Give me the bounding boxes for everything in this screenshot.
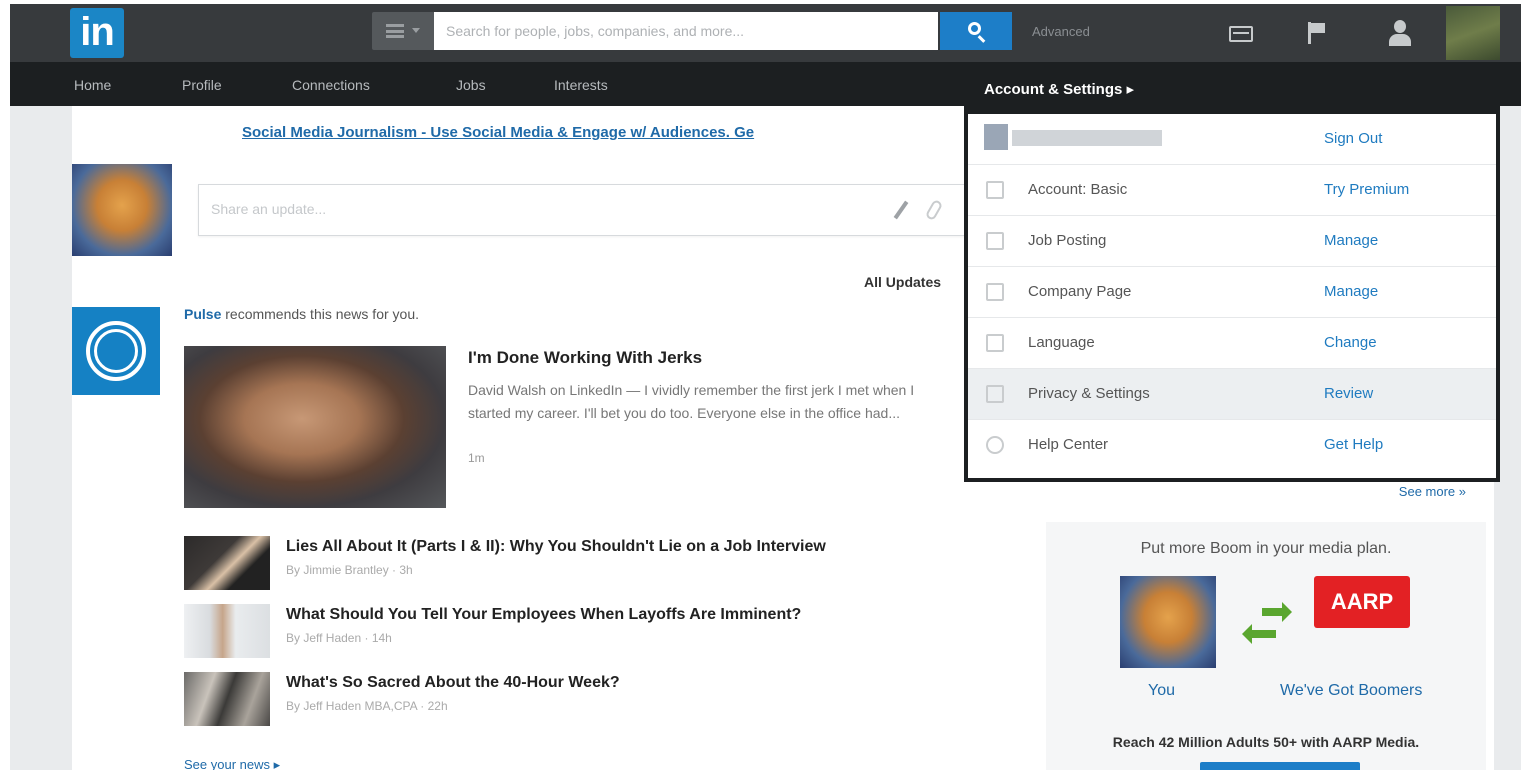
- get-help-link[interactable]: Get Help: [1324, 436, 1383, 453]
- chevron-down-icon: [412, 28, 420, 33]
- ad-label-boomers[interactable]: We've Got Boomers: [1280, 682, 1422, 700]
- all-updates-filter[interactable]: All Updates: [864, 274, 941, 290]
- menu-row-sign-out: Sign Out: [968, 114, 1496, 165]
- menu-label: Language: [1028, 334, 1095, 351]
- user-name-blurred: [1012, 130, 1162, 146]
- search-input[interactable]: [434, 12, 938, 50]
- nav-interests[interactable]: Interests: [554, 77, 608, 93]
- ad-tagline: Reach 42 Million Adults 50+ with AARP Me…: [1112, 734, 1420, 750]
- account-settings-header[interactable]: Account & Settings ▸: [984, 80, 1134, 98]
- language-icon: [986, 334, 1004, 352]
- pulse-recommendation-text: recommends this news for you.: [221, 306, 419, 322]
- share-update-box[interactable]: Share an update...: [198, 184, 970, 236]
- add-connections-icon[interactable]: [1385, 18, 1415, 48]
- advanced-search-link[interactable]: Advanced: [1032, 24, 1090, 39]
- search-type-selector[interactable]: [372, 12, 434, 50]
- ad-headline: Put more Boom in your media plan.: [1140, 540, 1392, 557]
- menu-row-account: Account: Basic Try Premium: [968, 165, 1496, 216]
- main-feed: Social Media Journalism - Use Social Med…: [72, 106, 1032, 770]
- aarp-logo: AARP: [1314, 576, 1410, 628]
- change-language-link[interactable]: Change: [1324, 334, 1377, 351]
- ad-cta-button[interactable]: [1200, 762, 1360, 770]
- nav-profile[interactable]: Profile: [182, 77, 222, 93]
- ad-you-image: [1120, 576, 1216, 668]
- account-settings-menu: Sign Out Account: Basic Try Premium Job …: [968, 114, 1496, 478]
- account-avatar[interactable]: [1446, 6, 1500, 60]
- news-item[interactable]: What's So Sacred About the 40-Hour Week?…: [184, 672, 1044, 728]
- lock-icon: [986, 385, 1004, 403]
- attachment-icon[interactable]: [924, 198, 944, 222]
- account-icon: [986, 181, 1004, 199]
- news-item[interactable]: What Should You Tell Your Employees When…: [184, 604, 1044, 660]
- manage-job-posting-link[interactable]: Manage: [1324, 232, 1378, 249]
- review-privacy-link[interactable]: Review: [1324, 385, 1373, 402]
- menu-label: Company Page: [1028, 283, 1132, 300]
- pulse-recommendation: Pulse recommends this news for you.: [184, 306, 419, 322]
- account-settings-dropdown: Account & Settings ▸ Sign Out Account: B…: [964, 70, 1500, 482]
- nav-connections[interactable]: Connections: [292, 77, 370, 93]
- pencil-icon[interactable]: [893, 200, 909, 220]
- search-button[interactable]: [940, 12, 1012, 50]
- news-title[interactable]: What Should You Tell Your Employees When…: [286, 606, 801, 624]
- sponsored-ad[interactable]: Put more Boom in your media plan. AARP Y…: [1046, 522, 1486, 770]
- feature-article-title[interactable]: I'm Done Working With Jerks: [468, 348, 702, 368]
- menu-row-help-center: Help Center Get Help: [968, 420, 1496, 471]
- see-your-news-link[interactable]: See your news ▸: [184, 757, 280, 770]
- menu-row-language: Language Change: [968, 318, 1496, 369]
- top-bar: in Advanced: [10, 4, 1521, 62]
- search-icon: [968, 22, 981, 35]
- building-icon: [986, 283, 1004, 301]
- news-meta: By Jeff Haden MBA,CPA · 22h: [286, 699, 448, 713]
- pulse-logo-icon[interactable]: [72, 307, 160, 395]
- news-thumbnail[interactable]: [184, 536, 270, 590]
- news-title[interactable]: Lies All About It (Parts I & II): Why Yo…: [286, 538, 826, 556]
- menu-label: Help Center: [1028, 436, 1109, 453]
- linkedin-logo[interactable]: in: [70, 8, 124, 58]
- try-premium-link[interactable]: Try Premium: [1324, 181, 1409, 198]
- news-thumbnail[interactable]: [184, 604, 270, 658]
- menu-label: Privacy & Settings: [1028, 385, 1150, 402]
- list-icon: [386, 24, 404, 38]
- text-ad-link[interactable]: Social Media Journalism - Use Social Med…: [242, 124, 754, 141]
- briefcase-icon: [986, 232, 1004, 250]
- messages-icon[interactable]: [1226, 18, 1256, 48]
- share-update-placeholder[interactable]: Share an update...: [211, 201, 326, 217]
- menu-label: Account: Basic: [1028, 181, 1128, 198]
- nav-home[interactable]: Home: [74, 77, 111, 93]
- menu-row-privacy-settings[interactable]: Privacy & Settings Review: [968, 369, 1496, 420]
- arrow-right-icon: [1262, 602, 1292, 622]
- menu-row-job-posting: Job Posting Manage: [968, 216, 1496, 267]
- pulse-link[interactable]: Pulse: [184, 306, 221, 322]
- sign-out-link[interactable]: Sign Out: [1324, 130, 1382, 147]
- manage-company-page-link[interactable]: Manage: [1324, 283, 1378, 300]
- see-more-link[interactable]: See more »: [1399, 484, 1466, 499]
- feature-article-time: 1m: [468, 451, 485, 465]
- menu-row-company-page: Company Page Manage: [968, 267, 1496, 318]
- feature-article-snippet: David Walsh on LinkedIn — I vividly reme…: [468, 382, 915, 421]
- feature-article-image[interactable]: [184, 346, 446, 508]
- right-rail: See more » Put more Boom in your media p…: [1028, 474, 1494, 770]
- news-meta: By Jimmie Brantley · 3h: [286, 563, 413, 577]
- news-thumbnail[interactable]: [184, 672, 270, 726]
- news-meta: By Jeff Haden · 14h: [286, 631, 392, 645]
- user-avatar[interactable]: [72, 164, 172, 256]
- arrow-left-icon: [1242, 624, 1276, 644]
- ad-label-you[interactable]: You: [1148, 682, 1175, 700]
- notifications-flag-icon[interactable]: [1302, 18, 1332, 48]
- menu-label: Job Posting: [1028, 232, 1107, 249]
- app-frame: in Advanced Home Profile Connections Job…: [10, 4, 1521, 770]
- nav-jobs[interactable]: Jobs: [456, 77, 486, 93]
- user-thumbnail: [984, 124, 1008, 150]
- news-item[interactable]: Lies All About It (Parts I & II): Why Yo…: [184, 536, 1044, 592]
- news-title[interactable]: What's So Sacred About the 40-Hour Week?: [286, 674, 620, 692]
- help-icon: [986, 436, 1004, 454]
